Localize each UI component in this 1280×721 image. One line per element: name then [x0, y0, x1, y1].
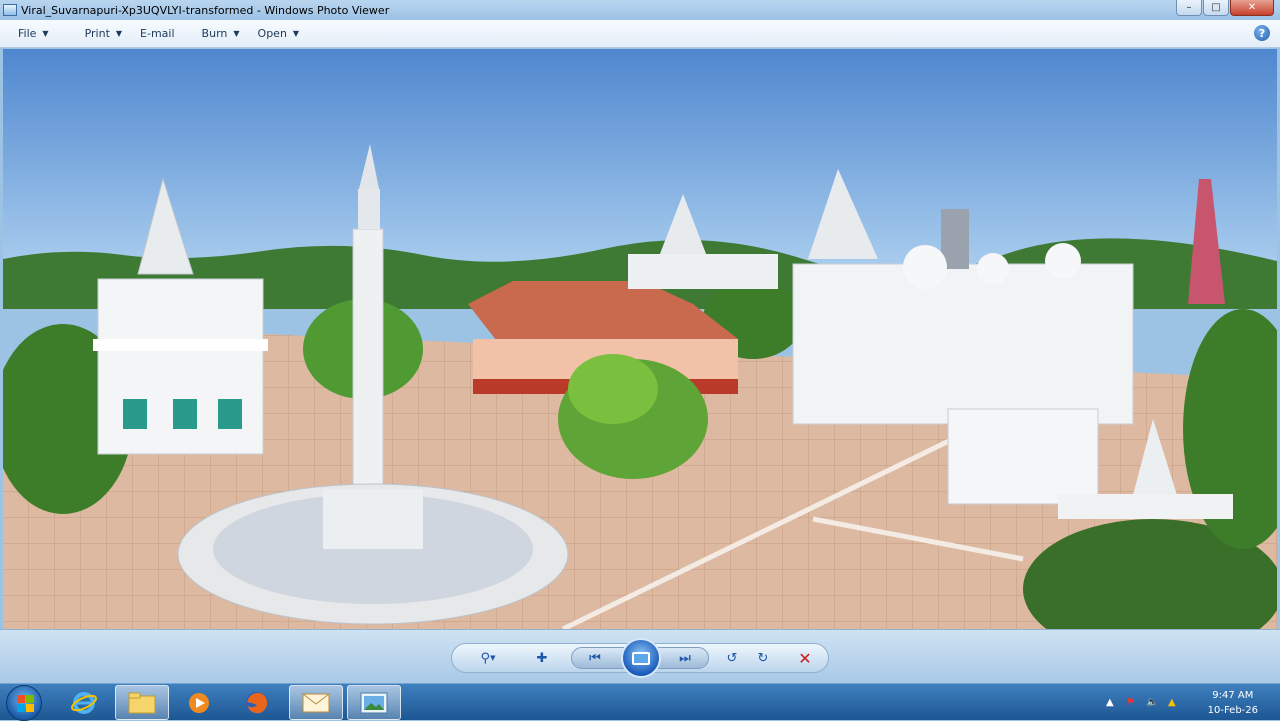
temple-complex-photo [3, 49, 1277, 629]
show-hidden-icons-icon[interactable]: ▲ [1106, 697, 1114, 708]
clock-time: 9:47 AM [1212, 690, 1254, 701]
windows-logo-blue [17, 704, 25, 712]
menu-open[interactable]: Open ▼ [258, 27, 300, 40]
close-icon[interactable]: ✕ [1230, 0, 1274, 16]
previous-icon[interactable]: ⏮ [583, 647, 607, 669]
firefox-icon[interactable] [230, 685, 284, 720]
window-controls: – □ ✕ [1176, 0, 1274, 16]
clock-date: 10-Feb-26 [1207, 705, 1258, 716]
chevron-down-icon: ▼ [233, 29, 240, 38]
help-icon[interactable]: ? [1254, 25, 1270, 41]
menu-email-label: E-mail [140, 27, 175, 40]
menu-email[interactable]: E-mail [140, 27, 175, 40]
file-explorer-icon[interactable] [115, 685, 169, 720]
menu-burn[interactable]: Burn ▼ [202, 27, 240, 40]
maximize-icon[interactable]: □ [1203, 0, 1229, 16]
media-player-icon[interactable] [172, 685, 226, 720]
network-icon[interactable]: ▲ [1168, 697, 1176, 708]
menu-bar: File ▼ Print ▼ E-mail Burn ▼ Open ▼ ? [0, 20, 1280, 48]
slideshow-button[interactable] [621, 638, 661, 678]
title-bar: Viral_Suvarnapuri-Xp3UQVLYI-transformed … [0, 0, 1280, 20]
menu-open-label: Open [257, 27, 287, 40]
windows-logo-green [26, 695, 34, 703]
chevron-down-icon: ▼ [115, 29, 123, 38]
rotate-counterclockwise-icon[interactable]: ↺ [720, 647, 744, 669]
menu-burn-label: Burn [201, 27, 228, 40]
windows-logo-yellow [26, 704, 34, 712]
photo-viewer-app-icon [3, 4, 17, 16]
menu-file-label: File [18, 27, 37, 40]
magnifier-icon[interactable]: ⚲ ▼ [476, 647, 500, 669]
clock[interactable]: 9:47 AM 10-Feb-26 [1208, 688, 1258, 718]
chevron-down-icon: ▼ [42, 29, 49, 38]
system-tray: ▲ ⚑ 🔈 ▲ 9:47 AM 10-Feb-26 [1100, 684, 1280, 721]
delete-icon[interactable]: ✕ [793, 647, 817, 669]
photo-viewer-icon[interactable] [347, 685, 401, 720]
volume-icon[interactable]: 🔈 [1146, 697, 1158, 708]
menu-print[interactable]: Print ▼ [85, 27, 122, 40]
start-button[interactable] [6, 685, 42, 721]
photo-display [3, 49, 1277, 629]
mail-app-icon[interactable] [289, 685, 343, 720]
windows-logo-red [17, 695, 25, 703]
internet-explorer-icon[interactable] [57, 685, 111, 720]
rotate-clockwise-icon[interactable]: ↻ [751, 647, 775, 669]
menu-file[interactable]: File ▼ [18, 27, 49, 40]
next-icon[interactable]: ⏭ [673, 647, 697, 669]
fit-window-icon[interactable]: ✚ [530, 647, 554, 669]
minimize-icon[interactable]: – [1176, 0, 1202, 16]
action-center-flag-icon[interactable]: ⚑ [1126, 697, 1135, 708]
taskbar: ▲ ⚑ 🔈 ▲ 9:47 AM 10-Feb-26 [0, 683, 1280, 721]
window-title: Viral_Suvarnapuri-Xp3UQVLYI-transformed … [21, 3, 390, 17]
menu-print-label: Print [84, 27, 110, 40]
chevron-down-icon: ▼ [292, 29, 300, 38]
slideshow-icon [632, 651, 650, 665]
